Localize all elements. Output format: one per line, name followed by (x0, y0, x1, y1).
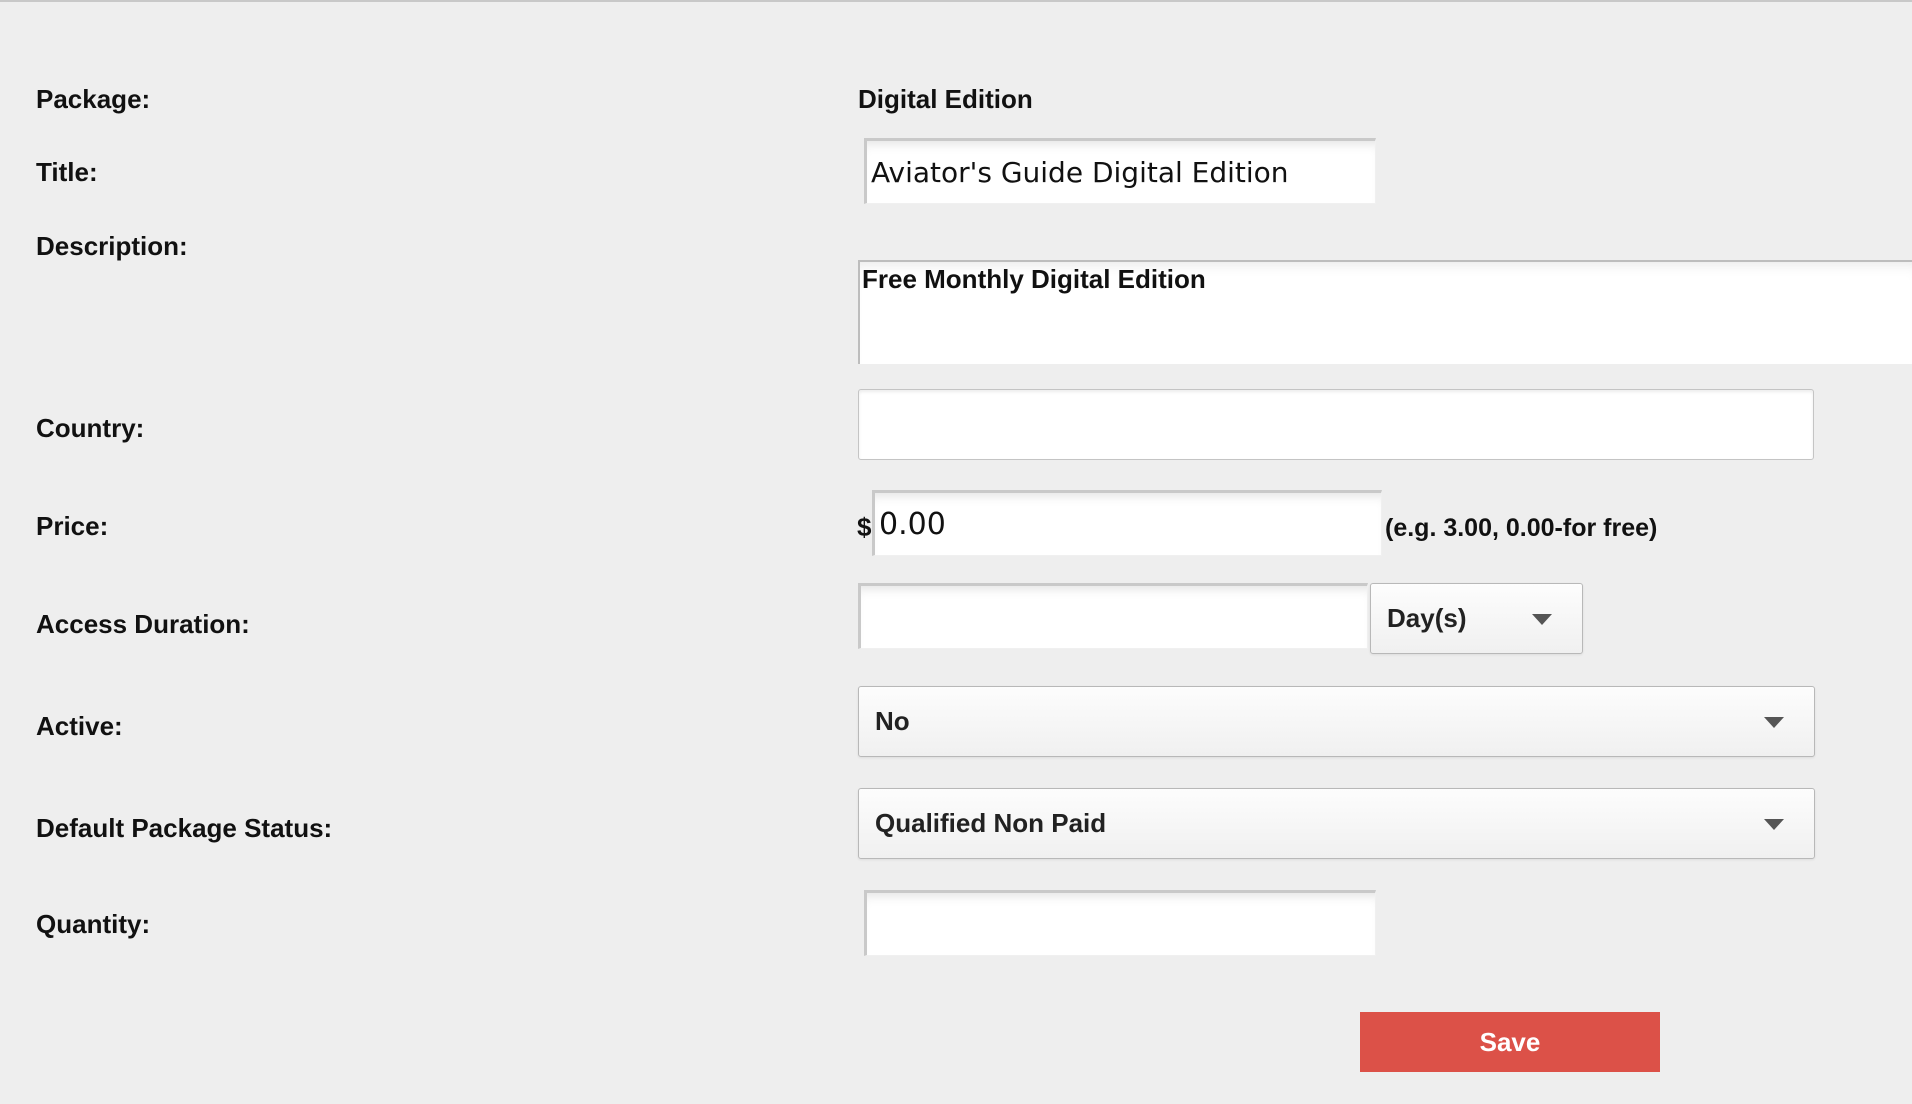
description-text: Free Monthly Digital Edition (862, 264, 1206, 294)
country-input[interactable] (858, 389, 1814, 460)
country-label: Country: (36, 413, 145, 443)
description-label: Description: (36, 231, 188, 261)
currency-symbol: $ (857, 512, 872, 542)
package-edit-form: Package: Digital Edition Title: Descript… (0, 0, 1912, 1104)
active-select-value: No (875, 706, 910, 736)
chevron-down-icon (1764, 716, 1784, 728)
title-input[interactable] (864, 138, 1376, 204)
description-textarea[interactable]: Free Monthly Digital Edition (858, 260, 1912, 364)
active-select[interactable]: No (858, 686, 1815, 757)
price-hint: (e.g. 3.00, 0.00-for free) (1385, 514, 1658, 542)
price-input[interactable] (872, 490, 1382, 556)
top-divider (0, 0, 1912, 2)
package-label: Package: (36, 84, 151, 114)
default-package-status-label: Default Package Status: (36, 813, 333, 843)
package-value: Digital Edition (858, 84, 1033, 114)
access-duration-unit-value: Day(s) (1387, 603, 1467, 633)
access-duration-input[interactable] (858, 583, 1368, 649)
access-duration-unit-select[interactable]: Day(s) (1370, 583, 1583, 654)
active-label: Active: (36, 711, 123, 741)
save-button[interactable]: Save (1360, 1012, 1660, 1072)
chevron-down-icon (1764, 818, 1784, 830)
default-package-status-value: Qualified Non Paid (875, 808, 1107, 838)
title-label: Title: (36, 157, 98, 187)
quantity-input[interactable] (864, 890, 1376, 956)
chevron-down-icon (1532, 613, 1552, 625)
access-duration-label: Access Duration: (36, 609, 250, 639)
default-package-status-select[interactable]: Qualified Non Paid (858, 788, 1815, 859)
quantity-label: Quantity: (36, 909, 151, 939)
price-label: Price: (36, 511, 109, 541)
